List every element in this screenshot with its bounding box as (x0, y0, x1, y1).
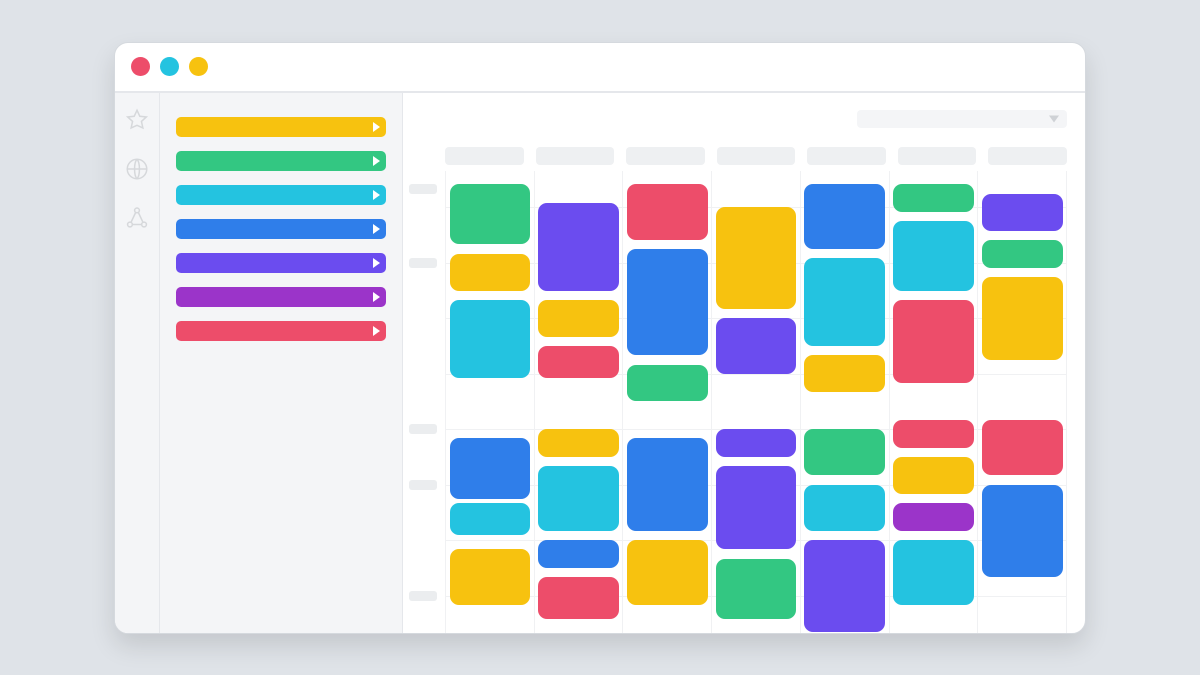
star-icon[interactable] (124, 107, 150, 138)
event-block[interactable] (627, 365, 708, 402)
day-column[interactable] (711, 171, 800, 633)
event-block[interactable] (893, 457, 974, 494)
app-body (115, 93, 1085, 633)
day-column[interactable] (445, 171, 534, 633)
day-headers (403, 137, 1085, 171)
event-block[interactable] (627, 249, 708, 355)
time-label (409, 591, 437, 601)
event-block[interactable] (538, 300, 619, 337)
event-block[interactable] (716, 429, 797, 457)
day-column[interactable] (534, 171, 623, 633)
calendar-red[interactable] (176, 321, 386, 341)
event-block[interactable] (538, 429, 619, 457)
view-select[interactable] (857, 110, 1067, 128)
main-pane (403, 93, 1085, 633)
event-block[interactable] (716, 318, 797, 373)
event-block[interactable] (893, 420, 974, 448)
event-block[interactable] (893, 300, 974, 383)
event-block[interactable] (982, 277, 1063, 360)
day-column[interactable] (622, 171, 711, 633)
day-header (898, 147, 977, 165)
calendar-purple[interactable] (176, 287, 386, 307)
window-control-dot[interactable] (160, 57, 179, 76)
time-label (409, 480, 437, 490)
day-header (445, 147, 524, 165)
time-label (409, 424, 437, 434)
share-icon[interactable] (124, 205, 150, 236)
event-block[interactable] (893, 184, 974, 212)
time-gutter (403, 171, 445, 633)
event-block[interactable] (716, 559, 797, 619)
event-block[interactable] (804, 485, 885, 531)
event-block[interactable] (450, 549, 531, 604)
event-block[interactable] (893, 503, 974, 531)
event-block[interactable] (804, 429, 885, 475)
event-block[interactable] (716, 207, 797, 309)
event-block[interactable] (538, 540, 619, 568)
day-column[interactable] (889, 171, 978, 633)
event-block[interactable] (450, 184, 531, 244)
titlebar (115, 43, 1085, 93)
calendar-indigo[interactable] (176, 253, 386, 273)
event-block[interactable] (982, 420, 1063, 475)
time-label (409, 184, 437, 194)
event-block[interactable] (538, 346, 619, 378)
app-window (114, 42, 1086, 634)
day-header (626, 147, 705, 165)
day-header (807, 147, 886, 165)
day-header (988, 147, 1067, 165)
event-block[interactable] (804, 540, 885, 632)
event-block[interactable] (450, 438, 531, 498)
event-block[interactable] (804, 355, 885, 392)
toolbar (403, 93, 1085, 137)
calendar-list (160, 93, 403, 633)
event-block[interactable] (450, 254, 531, 291)
calendar-yellow[interactable] (176, 117, 386, 137)
event-block[interactable] (450, 503, 531, 535)
calendar-green[interactable] (176, 151, 386, 171)
event-block[interactable] (982, 194, 1063, 231)
window-control-dot[interactable] (131, 57, 150, 76)
event-block[interactable] (982, 240, 1063, 268)
globe-icon[interactable] (124, 156, 150, 187)
calendar-cyan[interactable] (176, 185, 386, 205)
event-block[interactable] (538, 203, 619, 291)
iconbar (115, 93, 160, 633)
event-block[interactable] (893, 540, 974, 605)
event-block[interactable] (716, 466, 797, 549)
event-block[interactable] (982, 485, 1063, 577)
event-block[interactable] (538, 577, 619, 619)
window-control-dot[interactable] (189, 57, 208, 76)
event-block[interactable] (804, 184, 885, 249)
event-block[interactable] (627, 540, 708, 605)
calendar-blue[interactable] (176, 219, 386, 239)
day-header (717, 147, 796, 165)
calendar-grid[interactable] (403, 171, 1085, 633)
event-block[interactable] (627, 438, 708, 530)
event-block[interactable] (538, 466, 619, 531)
event-block[interactable] (804, 258, 885, 346)
day-column[interactable] (977, 171, 1067, 633)
time-label (409, 258, 437, 268)
event-block[interactable] (893, 221, 974, 290)
day-header (536, 147, 615, 165)
day-column[interactable] (800, 171, 889, 633)
event-block[interactable] (450, 300, 531, 379)
event-block[interactable] (627, 184, 708, 239)
